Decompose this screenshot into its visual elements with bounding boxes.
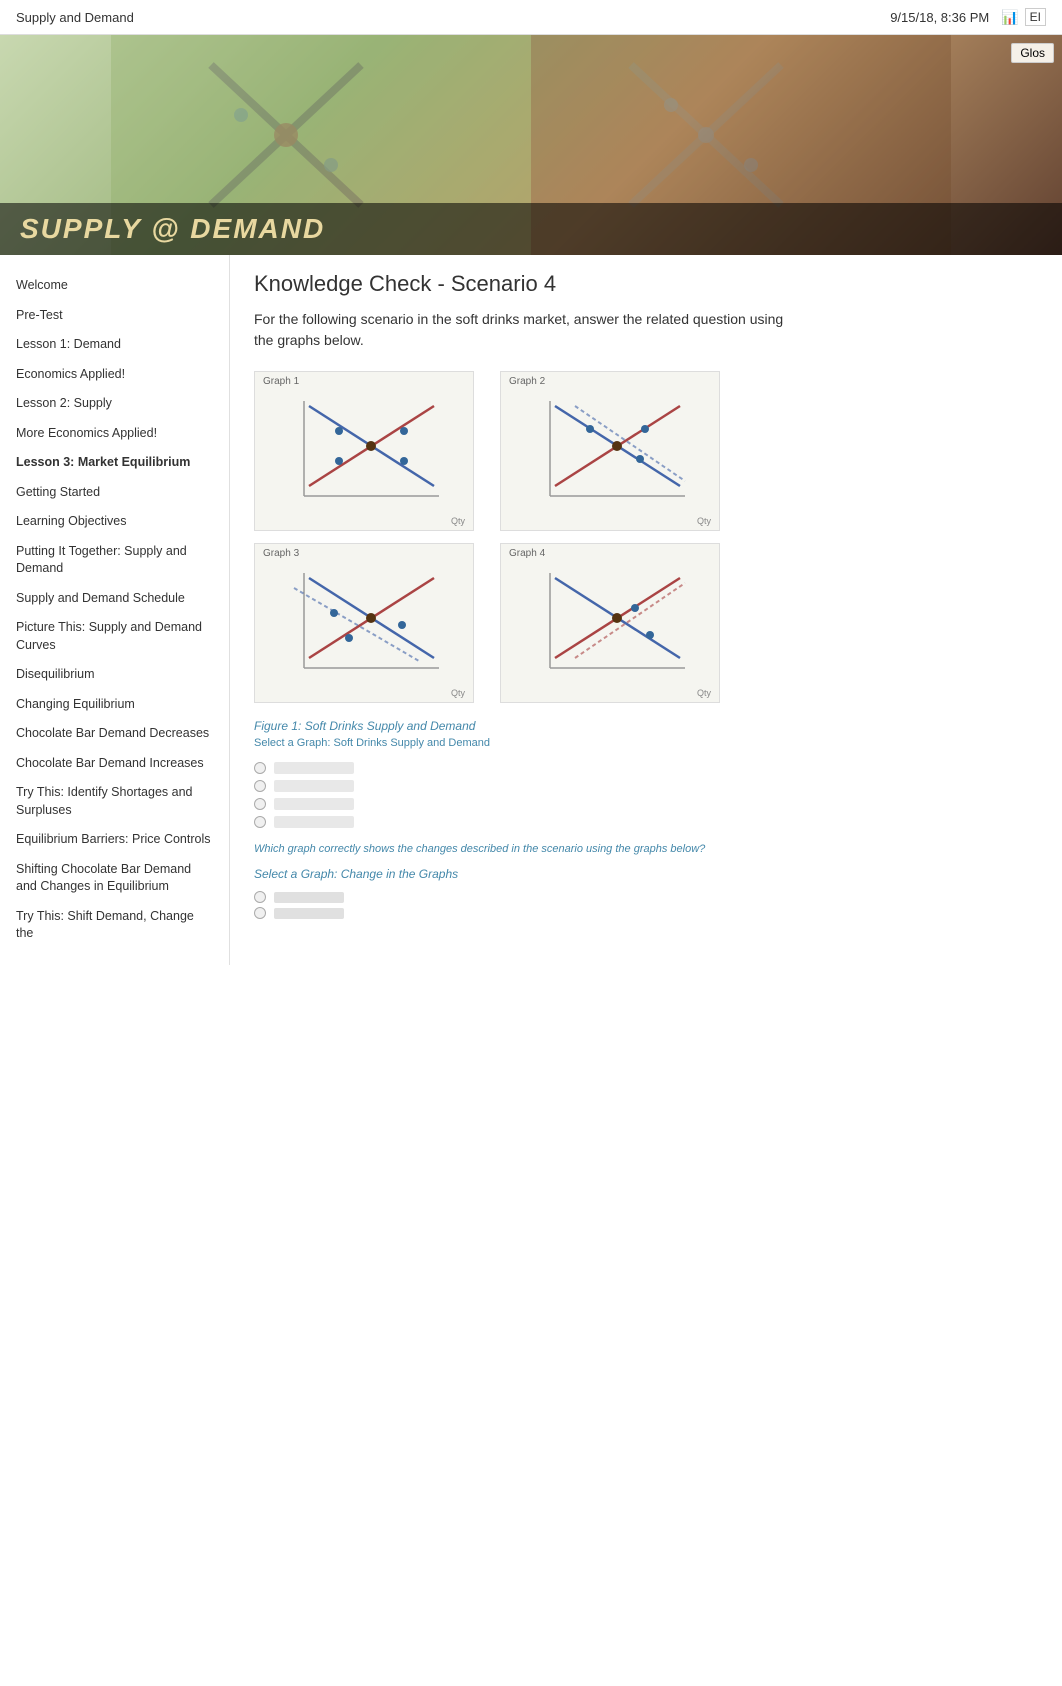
sidebar-item-lesson1[interactable]: Lesson 1: Demand [12, 330, 217, 360]
graph-4-label: Graph 4 [509, 548, 545, 559]
section1-sub: Select a Graph: Soft Drinks Supply and D… [254, 737, 1038, 749]
graph-2-label: Graph 2 [509, 376, 545, 387]
radio-circle-2[interactable] [254, 780, 266, 792]
ei-icon[interactable]: EI [1025, 8, 1046, 26]
graph-3-label: Graph 3 [263, 548, 299, 559]
radio-item-3[interactable] [254, 795, 1038, 813]
radio-group-1 [254, 759, 1038, 831]
glos-button[interactable]: Glos [1011, 43, 1054, 63]
sidebar-item-welcome[interactable]: Welcome [12, 271, 217, 301]
sidebar-item-choc-increase[interactable]: Chocolate Bar Demand Increases [12, 749, 217, 779]
radio-circle-4[interactable] [254, 816, 266, 828]
hero-overlay: SUPPLY @ DEMAND [0, 203, 1062, 255]
graph-4-inner [530, 563, 690, 683]
sidebar-item-lesson3[interactable]: Lesson 3: Market Equilibrium [12, 448, 217, 478]
section2-description: Which graph correctly shows the changes … [254, 843, 734, 855]
radio-label-3 [274, 798, 354, 810]
sidebar-item-lesson2[interactable]: Lesson 2: Supply [12, 389, 217, 419]
radio-item-4[interactable] [254, 813, 1038, 831]
graph-3-inner [284, 563, 444, 683]
radio-label-4 [274, 816, 354, 828]
sidebar-item-putting-together[interactable]: Putting It Together: Supply and Demand [12, 537, 217, 584]
sidebar-item-schedule[interactable]: Supply and Demand Schedule [12, 584, 217, 614]
app-title: Supply and Demand [16, 10, 134, 25]
graph-4-svg [530, 563, 690, 683]
sidebar-item-getting-started[interactable]: Getting Started [12, 478, 217, 508]
radio-item-1[interactable] [254, 759, 1038, 777]
top-bar-icons: 📊 EI [1001, 8, 1046, 26]
sidebar-item-pretest[interactable]: Pre-Test [12, 301, 217, 331]
sidebar: Welcome Pre-Test Lesson 1: Demand Econom… [0, 255, 230, 965]
main-layout: Welcome Pre-Test Lesson 1: Demand Econom… [0, 255, 1062, 965]
graph-1-qty: Qty [451, 516, 465, 526]
sidebar-item-choc-decrease[interactable]: Chocolate Bar Demand Decreases [12, 719, 217, 749]
radio-label2-2 [274, 908, 344, 919]
graph-2-qty: Qty [697, 516, 711, 526]
section2-header: Select a Graph: Change in the Graphs [254, 867, 1038, 881]
sidebar-item-price-controls[interactable]: Equilibrium Barriers: Price Controls [12, 825, 217, 855]
radio-item-2[interactable] [254, 777, 1038, 795]
radio-label-2 [274, 780, 354, 792]
sidebar-item-try-shift[interactable]: Try This: Shift Demand, Change the [12, 902, 217, 949]
page-title: Knowledge Check - Scenario 4 [254, 271, 1038, 297]
graph-1-svg [284, 391, 444, 511]
graph-3-svg [284, 563, 444, 683]
radio-circle2-2[interactable] [254, 907, 266, 919]
sidebar-item-disequilibrium[interactable]: Disequilibrium [12, 660, 217, 690]
radio-label-1 [274, 762, 354, 774]
chart-icon[interactable]: 📊 [1001, 9, 1018, 26]
graph-box-1[interactable]: Graph 1 [254, 371, 474, 531]
radio-item2-2[interactable] [254, 905, 1038, 921]
graph-2-inner [530, 391, 690, 511]
graph-4-qty: Qty [697, 688, 711, 698]
radio-label2-1 [274, 892, 344, 903]
graph-box-3[interactable]: Graph 3 Qty [254, 543, 474, 703]
radio-item2-1[interactable] [254, 889, 1038, 905]
hero-text: SUPPLY @ DEMAND [20, 213, 325, 244]
top-bar: Supply and Demand 9/15/18, 8:36 PM 📊 EI [0, 0, 1062, 35]
sidebar-item-identify-shortages[interactable]: Try This: Identify Shortages and Surplus… [12, 778, 217, 825]
sidebar-item-picture-this[interactable]: Picture This: Supply and Demand Curves [12, 613, 217, 660]
sidebar-item-changing-eq[interactable]: Changing Equilibrium [12, 690, 217, 720]
top-bar-right: 9/15/18, 8:36 PM 📊 EI [890, 8, 1046, 26]
section1-label: Figure 1: Soft Drinks Supply and Demand [254, 719, 1038, 733]
sidebar-item-learning-objectives[interactable]: Learning Objectives [12, 507, 217, 537]
sidebar-item-shifting-choc[interactable]: Shifting Chocolate Bar Demand and Change… [12, 855, 217, 902]
content-area: Knowledge Check - Scenario 4 For the fol… [230, 255, 1062, 965]
graph-1-inner [284, 391, 444, 511]
graph-box-2[interactable]: Graph 2 Qty [500, 371, 720, 531]
sidebar-item-more-econ[interactable]: More Economics Applied! [12, 419, 217, 449]
graph-box-4[interactable]: Graph 4 Qty [500, 543, 720, 703]
radio-circle-1[interactable] [254, 762, 266, 774]
radio-circle2-1[interactable] [254, 891, 266, 903]
hero-banner: SUPPLY @ DEMAND Glos [0, 35, 1062, 255]
sidebar-item-econ-applied[interactable]: Economics Applied! [12, 360, 217, 390]
radio-group-2 [254, 889, 1038, 921]
graph-2-svg [530, 391, 690, 511]
radio-circle-3[interactable] [254, 798, 266, 810]
datetime: 9/15/18, 8:36 PM [890, 10, 989, 25]
page-description: For the following scenario in the soft d… [254, 309, 804, 351]
graph-grid: Graph 1 [254, 371, 734, 703]
graph-1-label: Graph 1 [263, 376, 299, 387]
graph-3-qty: Qty [451, 688, 465, 698]
